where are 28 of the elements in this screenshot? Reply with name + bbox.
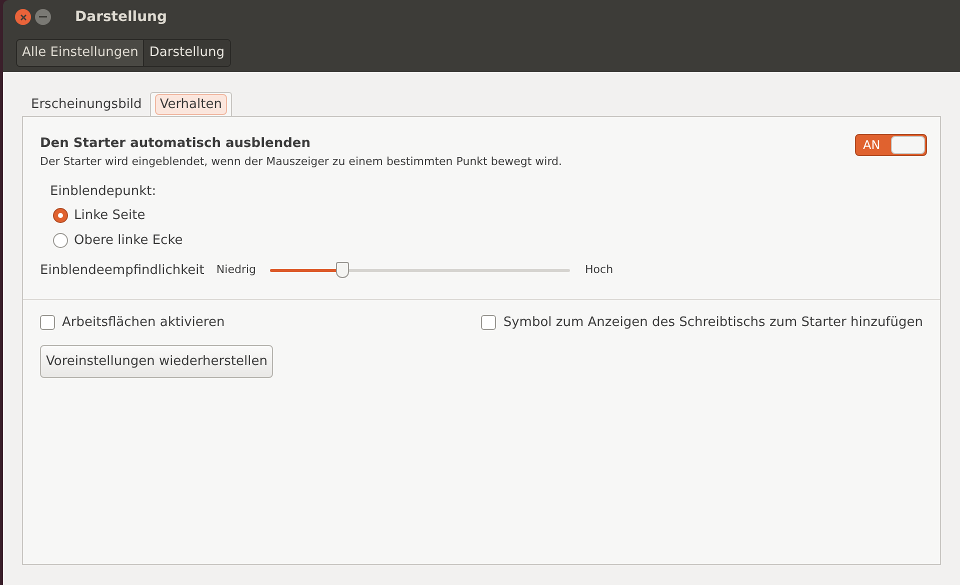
window-title: Darstellung: [75, 8, 168, 26]
radio-button[interactable]: [53, 233, 68, 248]
slider-thumb[interactable]: [336, 262, 350, 278]
breadcrumb-button[interactable]: Darstellung: [143, 40, 230, 66]
slider-max-label: Hoch: [585, 262, 614, 278]
checkbox[interactable]: [40, 314, 55, 330]
tab[interactable]: Verhalten: [150, 92, 232, 116]
slider-min-label: Niedrig: [216, 262, 256, 278]
section-description: Der Starter wird eingeblendet, wenn der Mauszeiger zu einem bestimmten Punkt bewegt wird.: [40, 154, 562, 170]
close-icon: [20, 14, 26, 20]
section-title: Den Starter automatisch ausblenden: [40, 135, 312, 153]
toggle-switch[interactable]: AN: [855, 134, 927, 156]
field-label: Einblendepunkt:: [50, 183, 158, 201]
switch-label: AN: [862, 137, 882, 154]
breadcrumb-button[interactable]: Alle Einstellungen: [17, 40, 144, 66]
checkbox-label: Arbeitsflächen aktivieren: [62, 314, 225, 332]
close-button[interactable]: [15, 9, 31, 25]
minimize-icon: [39, 16, 47, 18]
switch-knob: [891, 136, 925, 154]
checkbox[interactable]: [481, 314, 496, 330]
reset-button[interactable]: Voreinstellungen wiederherstellen: [40, 345, 274, 378]
checkbox-label: Symbol zum Anzeigen des Schreibtischs zum Starter hinzufügen: [503, 314, 923, 332]
field-label: Einblendeempfindlichkeit: [40, 262, 204, 280]
minimize-button[interactable]: [35, 9, 51, 25]
radio-button[interactable]: [53, 208, 68, 223]
radio-label: Obere linke Ecke: [74, 232, 183, 250]
radio-label: Linke Seite: [74, 206, 146, 224]
tab[interactable]: Erscheinungsbild: [25, 94, 148, 116]
